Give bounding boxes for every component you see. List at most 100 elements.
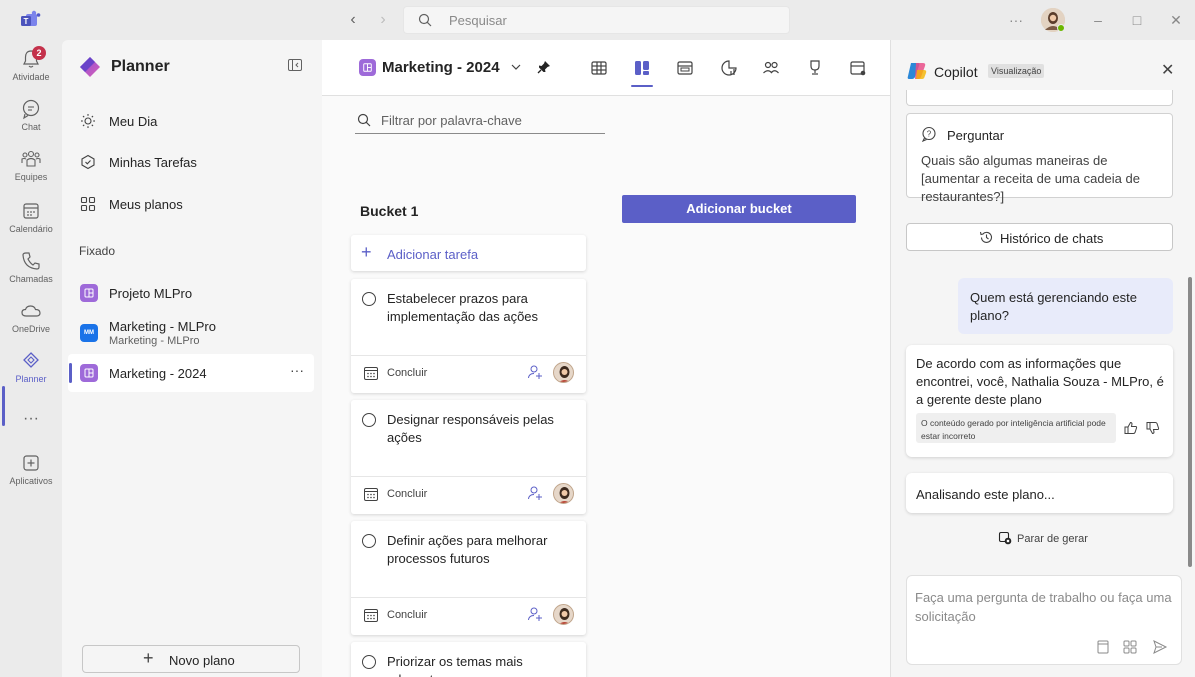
copilot-composer[interactable]: Faça uma pergunta de trabalho ou faça um… — [906, 575, 1182, 665]
notification-badge: 2 — [32, 46, 46, 60]
plan-icon — [359, 59, 376, 76]
complete-task-checkbox[interactable] — [362, 413, 376, 427]
rail-item-apps[interactable]: Aplicativos — [0, 452, 62, 486]
nav-my-day[interactable]: Meu Dia — [62, 104, 322, 140]
planner-sidebar: Planner Meu Dia Minhas Tarefas Meus plan… — [62, 40, 322, 677]
plan-item-projeto-mlpro[interactable]: Projeto MLPro — [62, 276, 322, 310]
assignee-avatar[interactable] — [553, 604, 574, 625]
rail-item-calendar[interactable]: Calendário — [0, 200, 62, 234]
prompts-grid-icon[interactable] — [1122, 639, 1138, 655]
assignee-avatar[interactable] — [553, 483, 574, 504]
more-apps-icon[interactable]: ··· — [0, 410, 62, 428]
plan-icon: MM — [80, 324, 98, 342]
rail-item-teams[interactable]: Equipes — [0, 148, 62, 182]
ask-prompt-card[interactable]: ? Perguntar Quais são algumas maneiras d… — [906, 113, 1173, 204]
plan-title[interactable]: Marketing - 2024 — [382, 59, 500, 76]
plan-item-marketing-2024[interactable]: Marketing - 2024 ··· — [68, 354, 314, 392]
collapse-sidebar-icon[interactable] — [288, 59, 302, 71]
close-window-icon[interactable]: ✕ — [1164, 8, 1188, 32]
thumbs-down-icon[interactable] — [1146, 421, 1160, 435]
bucket-title[interactable]: Bucket 1 — [360, 203, 418, 219]
rail-label: Chat — [21, 122, 41, 132]
ask-title: Perguntar — [947, 128, 1005, 143]
chevron-down-icon[interactable] — [510, 61, 522, 73]
rail-item-activity[interactable]: Atividade — [0, 48, 62, 82]
new-plan-button[interactable]: + Novo plano — [82, 645, 300, 673]
plan-more-button[interactable]: ··· — [290, 362, 304, 378]
assign-person-icon[interactable] — [527, 364, 543, 380]
stop-generating-icon[interactable] — [998, 531, 1012, 545]
plus-icon: + — [143, 648, 154, 668]
minimize-icon[interactable]: – — [1086, 8, 1110, 32]
stop-generating-button[interactable]: Parar de gerar — [1017, 533, 1088, 545]
plan-name: Marketing - MLPro — [109, 319, 216, 334]
nav-my-tasks[interactable]: Minhas Tarefas — [62, 145, 322, 181]
planner-icon — [20, 350, 42, 372]
task-card[interactable]: Estabelecer prazos para implementação da… — [351, 279, 586, 393]
task-title: Priorizar os temas mais relevantes — [387, 654, 523, 677]
active-view-underline — [631, 85, 653, 87]
analyzing-status-card: Analisando este plano... — [906, 473, 1173, 513]
complete-task-checkbox[interactable] — [362, 292, 376, 306]
rail-item-calls[interactable]: Chamadas — [0, 250, 62, 284]
tasks-icon — [80, 154, 96, 170]
add-task-button[interactable]: + Adicionar tarefa — [351, 235, 586, 271]
send-icon[interactable] — [1152, 639, 1168, 655]
notebook-icon[interactable] — [1095, 639, 1111, 655]
rail-label: Calendário — [9, 224, 53, 234]
nav-label: Meu Dia — [109, 114, 158, 129]
thumbs-up-icon[interactable] — [1124, 421, 1138, 435]
add-apps-icon — [20, 452, 42, 474]
copilot-logo-icon — [906, 61, 928, 81]
app-title: Planner — [111, 58, 170, 75]
teams-logo-icon[interactable]: T — [19, 10, 41, 30]
sun-icon — [80, 113, 96, 129]
schedule-view-icon[interactable] — [675, 58, 695, 78]
forward-arrow-icon[interactable]: › — [373, 10, 393, 30]
task-card[interactable]: Definir ações para melhorar processos fu… — [351, 521, 586, 635]
title-bar: T ‹ › Pesquisar ··· – □ ✕ — [0, 0, 1195, 40]
chat-history-label: Histórico de chats — [1000, 231, 1104, 246]
calendar-icon — [363, 486, 379, 502]
search-placeholder: Pesquisar — [449, 13, 507, 28]
assignee-avatar[interactable] — [553, 362, 574, 383]
scrollbar[interactable] — [1188, 277, 1192, 567]
more-views-icon[interactable] — [848, 58, 868, 78]
board-area: Marketing - 2024 Filtrar por palavra-cha… — [322, 40, 890, 677]
chat-history-button[interactable]: Histórico de chats — [906, 223, 1173, 251]
calendar-icon — [363, 607, 379, 623]
add-bucket-button[interactable]: Adicionar bucket — [622, 195, 856, 223]
rail-item-onedrive[interactable]: OneDrive — [0, 300, 62, 334]
rail-item-planner[interactable]: Planner — [0, 350, 62, 384]
back-arrow-icon[interactable]: ‹ — [343, 10, 363, 30]
task-card[interactable]: Priorizar os temas mais relevantes — [351, 642, 586, 677]
nav-my-plans[interactable]: Meus planos — [62, 187, 322, 223]
charts-view-icon[interactable] — [719, 58, 739, 78]
history-icon — [979, 230, 994, 245]
board-view-icon[interactable] — [632, 58, 652, 78]
planner-logo-icon — [77, 54, 103, 80]
user-avatar[interactable] — [1041, 8, 1065, 32]
complete-task-checkbox[interactable] — [362, 655, 376, 669]
user-message-text: Quem está gerenciando este plano? — [970, 290, 1137, 323]
pin-icon[interactable] — [537, 60, 551, 74]
ai-disclaimer: O conteúdo gerado por inteligência artif… — [916, 413, 1116, 443]
rail-item-chat[interactable]: Chat — [0, 98, 62, 132]
copilot-response-card: De acordo com as informações que encontr… — [906, 345, 1173, 457]
plan-item-marketing-mlpro[interactable]: MM Marketing - MLPro Marketing - MLPro — [62, 314, 322, 354]
grid-view-icon[interactable] — [589, 58, 609, 78]
assign-person-icon[interactable] — [527, 485, 543, 501]
search-box[interactable]: Pesquisar — [403, 6, 790, 34]
close-icon[interactable]: ✕ — [1161, 60, 1174, 80]
goals-view-icon[interactable] — [805, 58, 825, 78]
complete-task-checkbox[interactable] — [362, 534, 376, 548]
filter-input[interactable]: Filtrar por palavra-chave — [355, 110, 605, 134]
task-card[interactable]: Designar responsáveis pelas ações Conclu… — [351, 400, 586, 514]
maximize-icon[interactable]: □ — [1125, 8, 1149, 32]
board-header: Marketing - 2024 — [322, 40, 890, 96]
more-options-button[interactable]: ··· — [1004, 8, 1028, 32]
due-date-label: Concluir — [387, 488, 428, 500]
search-icon — [357, 113, 371, 127]
people-view-icon[interactable] — [761, 58, 781, 78]
assign-person-icon[interactable] — [527, 606, 543, 622]
